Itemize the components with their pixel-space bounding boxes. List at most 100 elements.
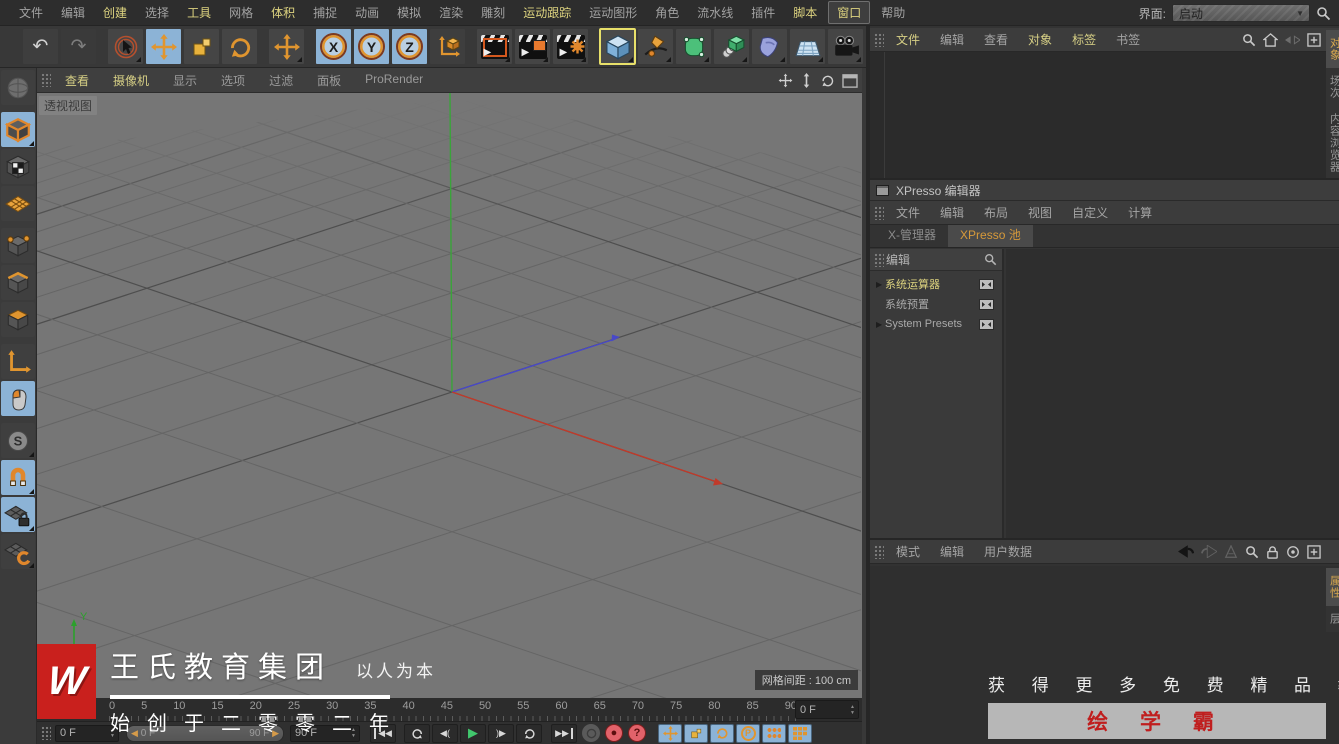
drag-grip[interactable] — [874, 32, 884, 47]
panel-side-tab[interactable]: 层 — [1326, 606, 1339, 632]
sound-toggle-button[interactable] — [582, 724, 600, 742]
range-right-arrow-icon[interactable]: ▶ — [272, 728, 279, 738]
interface-dropdown[interactable]: 启动 ▼ — [1172, 4, 1310, 22]
current-frame-field[interactable]: 0 F ▲ ▼ — [795, 700, 859, 719]
render-picture-viewer-button[interactable]: ▶ — [514, 28, 551, 65]
target-icon[interactable] — [1286, 545, 1300, 559]
viewport-menu-item[interactable]: 摄像机 — [101, 68, 161, 93]
menubar-item[interactable]: 运动跟踪 — [514, 0, 580, 25]
panel-side-tab[interactable]: 内容浏览器 — [1326, 106, 1339, 180]
viewport-solo-button[interactable] — [1, 381, 35, 416]
search-icon[interactable] — [1242, 33, 1256, 47]
live-selection-tool[interactable] — [107, 28, 144, 65]
menubar-item[interactable]: 编辑 — [52, 0, 94, 25]
viewport-canvas[interactable]: 透视视图 Y 网格间距 : 100 cm — [37, 93, 862, 698]
search-icon[interactable] — [984, 253, 997, 266]
object-manager-menu-item[interactable]: 书签 — [1106, 27, 1150, 52]
polygons-mode-button[interactable] — [1, 302, 35, 337]
spin-down-icon[interactable]: ▼ — [850, 710, 855, 716]
key-position-button[interactable] — [658, 723, 682, 743]
menubar-item[interactable]: 文件 — [10, 0, 52, 25]
viewport-menu-item[interactable]: 过滤 — [257, 68, 305, 93]
xpresso-menu-item[interactable]: 自定义 — [1062, 200, 1118, 225]
floor-environment-button[interactable] — [789, 28, 826, 65]
goto-start-button[interactable]: ◀◀ — [370, 723, 396, 743]
xpresso-titlebar[interactable]: XPresso 编辑器 — [870, 180, 1339, 201]
keyframe-presets-button[interactable] — [788, 723, 812, 743]
object-manager-menu-item[interactable]: 标签 — [1062, 27, 1106, 52]
viewport-menu-item[interactable]: 查看 — [53, 68, 101, 93]
attribute-menu-item[interactable]: 编辑 — [930, 539, 974, 564]
key-rotation-button[interactable] — [710, 723, 734, 743]
end-frame-field[interactable]: 90 F ▲ ▼ — [290, 724, 360, 742]
camera-button[interactable] — [827, 28, 864, 65]
render-view-button[interactable]: ▶ — [476, 28, 513, 65]
z-axis-lock-button[interactable]: Z — [391, 28, 428, 65]
viewport-menu-item[interactable]: 显示 — [161, 68, 209, 93]
xpresso-tab[interactable]: XPresso 池 — [948, 222, 1033, 247]
axis-mode-button[interactable] — [1, 344, 35, 379]
workplane-mode-cycle-button[interactable] — [1, 534, 35, 569]
expand-arrow-icon[interactable]: ▶ — [876, 320, 885, 329]
attribute-menu-item[interactable]: 用户数据 — [974, 539, 1042, 564]
attribute-menu-item[interactable]: 模式 — [886, 539, 930, 564]
viewport-pan-icon[interactable] — [778, 73, 793, 88]
autokey-help-button[interactable]: ? — [628, 724, 646, 742]
menubar-item[interactable]: 工具 — [178, 0, 220, 25]
menubar-item[interactable]: 流水线 — [688, 0, 742, 25]
add-panel-icon[interactable] — [1307, 544, 1321, 559]
next-key-button[interactable] — [516, 723, 542, 743]
pool-tree-item[interactable]: ▶ 系统运算器 — [870, 274, 1002, 294]
xpresso-menu-item[interactable]: 布局 — [974, 200, 1018, 225]
expand-arrow-icon[interactable]: ▶ — [876, 280, 885, 289]
range-left-arrow-icon[interactable]: ◀ — [131, 728, 138, 738]
history-forward-icon[interactable] — [1201, 545, 1217, 558]
y-axis-lock-button[interactable]: Y — [353, 28, 390, 65]
menubar-item[interactable]: 选择 — [136, 0, 178, 25]
extrude-generator-button[interactable] — [713, 28, 750, 65]
attribute-body[interactable]: 获 得 更 多 免 费 精 品 教 程 绘 学 霸 在AppStore或应用宝搜… — [870, 566, 1339, 744]
menubar-item[interactable]: 窗口 — [828, 1, 871, 24]
menubar-item[interactable]: 雕刻 — [472, 0, 514, 25]
menubar-item[interactable]: 动画 — [346, 0, 388, 25]
add-cube-primitive-button[interactable] — [599, 28, 636, 65]
key-scale-button[interactable] — [684, 723, 708, 743]
preview-range-slider[interactable]: ◀ 0 F 90 F ▶ — [126, 724, 284, 742]
panel-side-tab[interactable]: 场次 — [1326, 68, 1339, 106]
menubar-item[interactable]: 帮助 — [872, 0, 914, 25]
edges-mode-button[interactable] — [1, 265, 35, 300]
viewport-zoom-icon[interactable] — [800, 73, 813, 88]
record-button[interactable]: ● — [605, 724, 623, 742]
xpresso-menu-item[interactable]: 文件 — [886, 200, 930, 225]
points-mode-button[interactable] — [1, 228, 35, 263]
rotate-tool[interactable] — [221, 28, 258, 65]
workplane-mode-button[interactable] — [1, 186, 35, 221]
menubar-item[interactable]: 创建 — [94, 0, 136, 25]
panel-side-tab[interactable]: 对象 — [1325, 30, 1339, 68]
menubar-item[interactable]: 运动图形 — [580, 0, 646, 25]
object-manager-menu-item[interactable]: 对象 — [1018, 27, 1062, 52]
pool-tree-item[interactable]: ▶ System Presets — [870, 314, 1002, 334]
object-list[interactable] — [870, 52, 1326, 178]
path-filter-icon[interactable] — [1285, 34, 1300, 45]
frame-number-field[interactable]: 0 F ▲ ▼ — [55, 724, 119, 742]
enable-snap-button[interactable] — [1, 460, 35, 495]
viewport-menu-item[interactable]: 选项 — [209, 68, 257, 93]
viewport-menu-item[interactable]: ProRender — [353, 68, 435, 93]
keyframe-selection-button[interactable] — [762, 723, 786, 743]
menubar-item[interactable]: 捕捉 — [304, 0, 346, 25]
menubar-item[interactable]: 角色 — [646, 0, 688, 25]
viewport-rotate-icon[interactable] — [820, 73, 835, 88]
menubar-item[interactable]: 脚本 — [784, 0, 826, 25]
search-icon[interactable] — [1316, 6, 1331, 21]
search-icon[interactable] — [1245, 545, 1259, 559]
add-object-icon[interactable] — [1307, 32, 1321, 47]
render-settings-button[interactable]: ▶ — [552, 28, 589, 65]
x-axis-lock-button[interactable]: X — [315, 28, 352, 65]
spray-cone-icon[interactable] — [1224, 544, 1238, 559]
model-mode-button[interactable] — [1, 112, 35, 147]
goto-end-button[interactable]: ▶▶ — [551, 723, 577, 743]
object-manager-menu-item[interactable]: 编辑 — [930, 27, 974, 52]
subdivision-surface-button[interactable] — [675, 28, 712, 65]
drag-grip[interactable] — [41, 726, 51, 740]
